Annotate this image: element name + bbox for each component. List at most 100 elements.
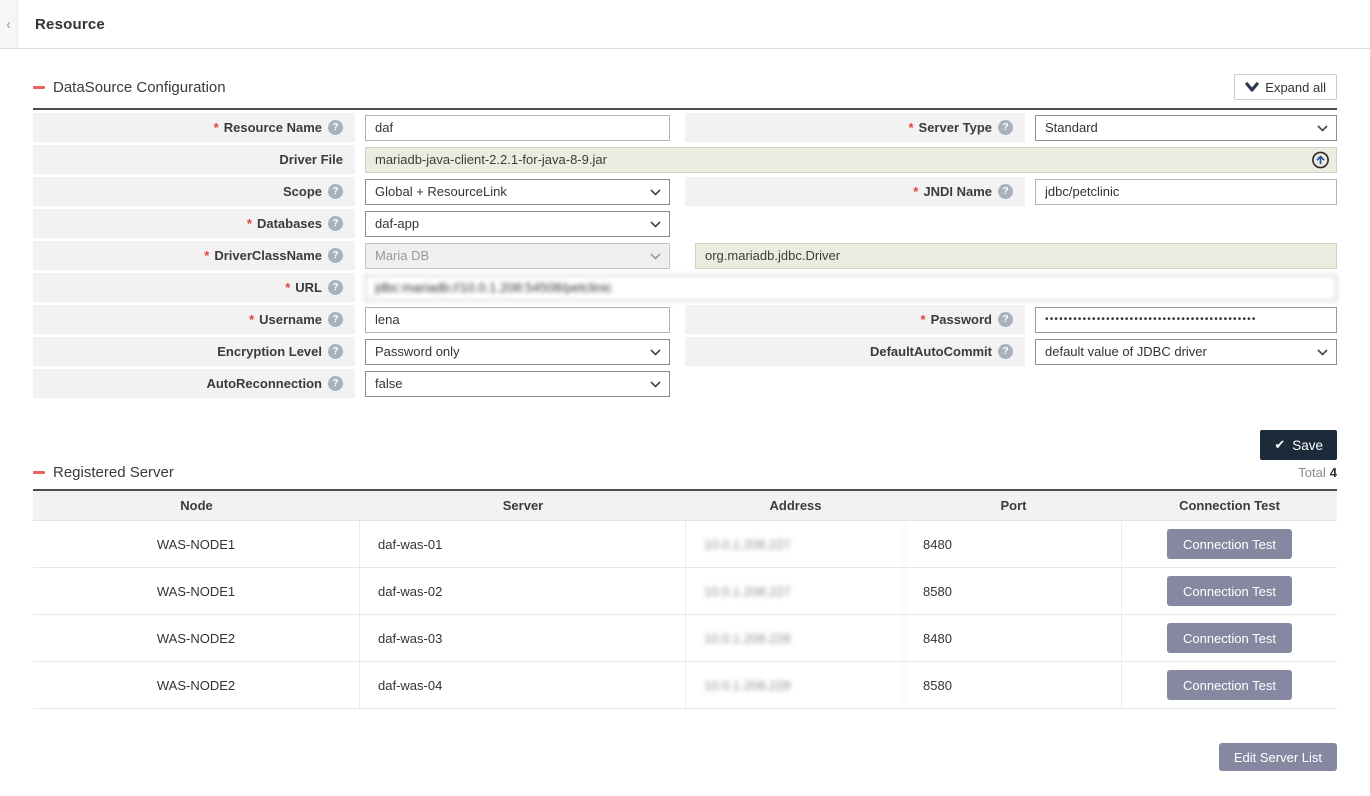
- autoreconnection-select[interactable]: false: [365, 371, 670, 397]
- resource-name-input[interactable]: [365, 115, 670, 141]
- connection-test-button[interactable]: Connection Test: [1167, 576, 1292, 606]
- server-table: Node Server Address Port Connection Test…: [33, 491, 1337, 709]
- url-label: URL: [295, 280, 322, 295]
- datasource-section-title: DataSource Configuration: [53, 79, 226, 96]
- form-row: * Username ? * Password ?: [33, 305, 1337, 334]
- defaultautocommit-select[interactable]: default value of JDBC driver: [1035, 339, 1337, 365]
- server-cell: daf-was-03: [360, 615, 686, 661]
- required-asterisk: *: [921, 312, 926, 327]
- expand-all-button[interactable]: Expand all: [1234, 74, 1337, 100]
- username-label-cell: * Username ?: [33, 305, 355, 334]
- content: DataSource Configuration Expand all * Re…: [0, 74, 1370, 771]
- port-cell: 8580: [905, 662, 1122, 708]
- help-icon[interactable]: ?: [998, 344, 1013, 359]
- help-icon[interactable]: ?: [328, 344, 343, 359]
- connection-test-cell: Connection Test: [1122, 521, 1337, 567]
- node-cell: WAS-NODE2: [33, 662, 360, 708]
- connection-test-cell: Connection Test: [1122, 568, 1337, 614]
- help-icon[interactable]: ?: [998, 184, 1013, 199]
- jndi-name-input[interactable]: [1035, 179, 1337, 205]
- table-row: WAS-NODE1 daf-was-01 10.0.1.208.227 8480…: [33, 521, 1337, 568]
- address-cell: 10.0.1.208.228: [686, 615, 905, 661]
- help-icon[interactable]: ?: [998, 312, 1013, 327]
- port-cell: 8480: [905, 521, 1122, 567]
- connection-test-cell: Connection Test: [1122, 662, 1337, 708]
- server-type-label-cell: * Server Type ?: [685, 113, 1025, 142]
- server-cell: daf-was-04: [360, 662, 686, 708]
- chevron-down-icon: [650, 349, 661, 356]
- help-icon[interactable]: ?: [328, 376, 343, 391]
- form-row: * Databases ? daf-app: [33, 209, 1337, 238]
- help-icon[interactable]: ?: [328, 216, 343, 231]
- password-label: Password: [931, 312, 992, 327]
- server-type-select[interactable]: Standard: [1035, 115, 1337, 141]
- encryption-level-field-cell: Password only: [355, 337, 685, 366]
- server-table-header: Node Server Address Port Connection Test: [33, 491, 1337, 521]
- form-row: Driver File mariadb-java-client-2.2.1-fo…: [33, 145, 1337, 174]
- datasource-section-header: DataSource Configuration Expand all: [33, 74, 1337, 110]
- scope-label: Scope: [283, 184, 322, 199]
- resource-name-label: Resource Name: [224, 120, 322, 135]
- help-icon[interactable]: ?: [328, 312, 343, 327]
- required-asterisk: *: [247, 216, 252, 231]
- databases-select[interactable]: daf-app: [365, 211, 670, 237]
- server-type-field-cell: Standard: [1025, 113, 1337, 142]
- upload-icon[interactable]: [1311, 150, 1330, 169]
- scope-field-cell: Global + ResourceLink: [355, 177, 685, 206]
- password-input[interactable]: [1035, 307, 1337, 333]
- driver-file-field-cell: mariadb-java-client-2.2.1-for-java-8-9.j…: [355, 145, 1337, 174]
- node-cell: WAS-NODE1: [33, 568, 360, 614]
- server-cell: daf-was-01: [360, 521, 686, 567]
- back-button[interactable]: ‹: [0, 0, 18, 48]
- chevron-down-icon: [650, 189, 661, 196]
- server-cell: daf-was-02: [360, 568, 686, 614]
- username-input[interactable]: [365, 307, 670, 333]
- help-icon[interactable]: ?: [328, 280, 343, 295]
- driver-file-label-cell: Driver File: [33, 145, 355, 174]
- username-field-cell: [355, 305, 685, 334]
- resource-name-label-cell: * Resource Name ?: [33, 113, 355, 142]
- help-icon[interactable]: ?: [328, 248, 343, 263]
- save-label: Save: [1292, 438, 1323, 453]
- encryption-level-select[interactable]: Password only: [365, 339, 670, 365]
- help-icon[interactable]: ?: [998, 120, 1013, 135]
- chevron-down-bold-icon: [1245, 82, 1259, 92]
- chevron-down-icon: [650, 221, 661, 228]
- connection-test-button[interactable]: Connection Test: [1167, 623, 1292, 653]
- server-type-label: Server Type: [919, 120, 992, 135]
- registered-server-title: Registered Server: [53, 464, 174, 481]
- driverclassname-select: Maria DB: [365, 243, 670, 269]
- autoreconnection-label: AutoReconnection: [206, 376, 322, 391]
- expand-all-label: Expand all: [1265, 80, 1326, 95]
- save-button[interactable]: ✔ Save: [1260, 430, 1337, 460]
- edit-server-list-button[interactable]: Edit Server List: [1219, 743, 1337, 771]
- connection-test-button[interactable]: Connection Test: [1167, 529, 1292, 559]
- defaultautocommit-label-cell: DefaultAutoCommit ?: [685, 337, 1025, 366]
- chevron-down-icon: [650, 253, 661, 260]
- required-asterisk: *: [214, 120, 219, 135]
- scope-select[interactable]: Global + ResourceLink: [365, 179, 670, 205]
- connection-test-button[interactable]: Connection Test: [1167, 670, 1292, 700]
- url-input[interactable]: [365, 275, 1337, 301]
- section-dash-icon: [33, 86, 45, 89]
- col-header-connection-test: Connection Test: [1122, 491, 1337, 520]
- form-row: AutoReconnection ? false: [33, 369, 1337, 398]
- node-cell: WAS-NODE2: [33, 615, 360, 661]
- required-asterisk: *: [249, 312, 254, 327]
- chevron-down-icon: [1317, 125, 1328, 132]
- form-row: Encryption Level ? Password only Default…: [33, 337, 1337, 366]
- required-asterisk: *: [913, 184, 918, 199]
- resource-name-field-cell: [355, 113, 685, 142]
- node-cell: WAS-NODE1: [33, 521, 360, 567]
- table-row: WAS-NODE1 daf-was-02 10.0.1.208.227 8580…: [33, 568, 1337, 615]
- form-row: * DriverClassName ? Maria DB org.mariadb…: [33, 241, 1337, 270]
- username-label: Username: [259, 312, 322, 327]
- driverclassname-field-cell: Maria DB: [355, 241, 685, 270]
- help-icon[interactable]: ?: [328, 184, 343, 199]
- address-cell: 10.0.1.208.227: [686, 521, 905, 567]
- password-label-cell: * Password ?: [685, 305, 1025, 334]
- help-icon[interactable]: ?: [328, 120, 343, 135]
- autoreconnection-field-cell: false: [355, 369, 685, 398]
- col-header-node: Node: [33, 491, 360, 520]
- port-cell: 8580: [905, 568, 1122, 614]
